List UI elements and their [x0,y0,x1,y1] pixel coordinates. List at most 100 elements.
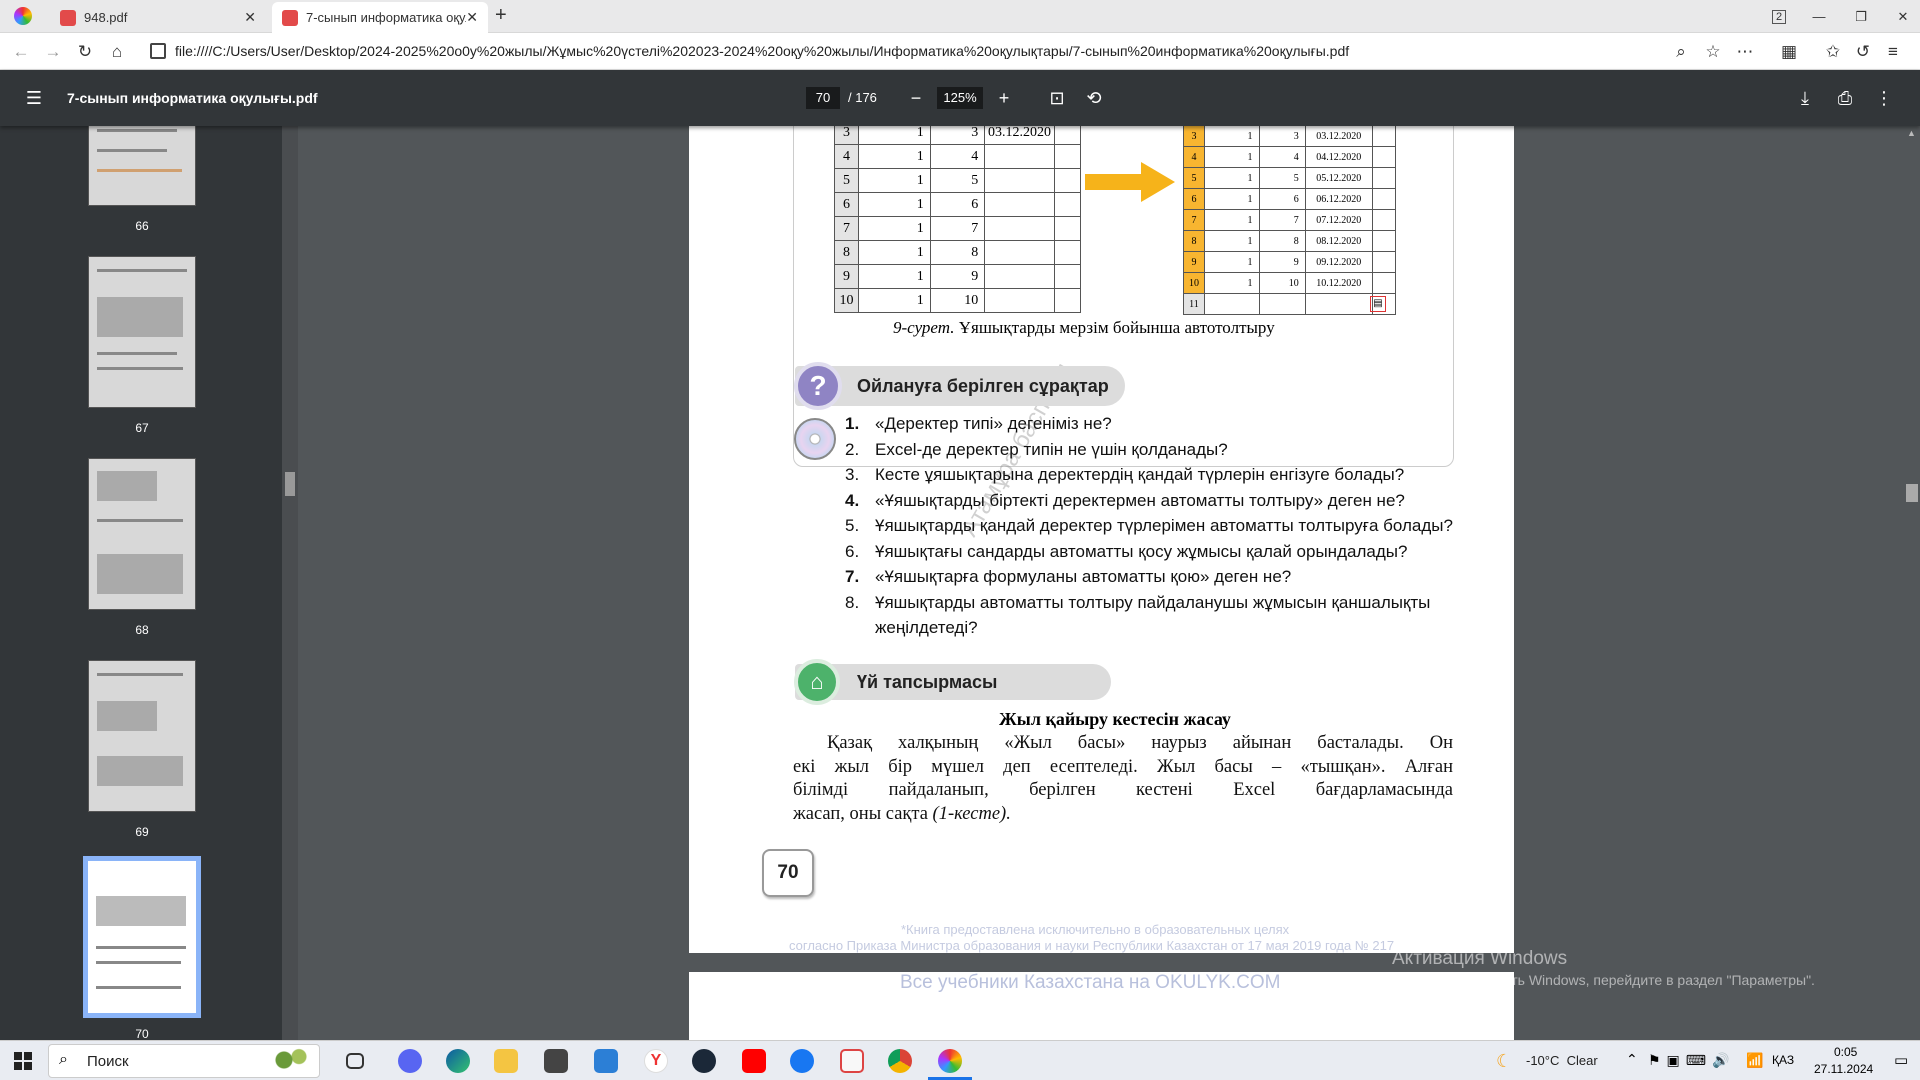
spreadsheet-row: 4 1 4 04.12.2020 [1183,146,1397,168]
favorites-icon[interactable]: ✩ [1820,39,1846,65]
clock-time[interactable]: 0:05 [1834,1045,1857,1059]
tab-948-pdf[interactable]: 948.pdf ✕ [50,2,266,33]
question-item: 1. «Деректер типі» дегеніміз не? [845,414,1112,434]
question-text: Ұяшықтағы сандарды автоматты қосу жұмысы… [875,541,1408,561]
main-scrollbar[interactable]: ▲ [1904,126,1920,1040]
history-icon[interactable]: ↺ [1850,39,1876,65]
windows-start-icon[interactable] [14,1052,32,1070]
extensions-icon[interactable]: ▦ [1776,39,1802,65]
spreadsheet-cell: 1 [857,288,931,313]
language-indicator[interactable]: ҚАЗ [1772,1053,1794,1067]
spreadsheet-row: 5 1 5 05.12.2020 [1183,167,1397,189]
discord-icon[interactable] [398,1049,422,1073]
thumbnail-label: 69 [135,825,149,839]
spreadsheet-cell: 7 [929,216,986,241]
bookmark-star-icon[interactable]: ☆ [1700,39,1726,65]
menu-icon[interactable]: ≡ [1880,39,1906,65]
page-number-input[interactable]: 70 [806,87,840,109]
network-icon[interactable]: 📶 [1746,1052,1763,1069]
tab-informatika-pdf[interactable]: 7-сынып информатика оқул ✕ [272,2,488,33]
url-field[interactable]: file:////C:/Users/User/Desktop/2024-2025… [175,33,1655,70]
pdf-file-icon [282,9,298,26]
more-icon[interactable]: ⋯ [1732,39,1758,65]
download-icon[interactable]: ⤓ [1791,84,1819,112]
m-app-icon[interactable] [544,1049,568,1073]
spreadsheet-cell [1053,240,1082,265]
task-view-icon[interactable] [346,1053,364,1069]
minimize-icon[interactable]: — [1796,0,1842,33]
print-icon[interactable]: ⎙ [1831,84,1859,112]
footer-note-1: *Книга предоставлена исключительно в обр… [901,922,1290,937]
thumbnail-page-69[interactable] [88,660,196,812]
facebook-icon[interactable] [790,1049,814,1073]
restore-icon[interactable]: ❐ [1838,0,1884,33]
spreadsheet-row: 717 [834,216,1082,241]
autofill-options-icon[interactable]: ▤ [1370,296,1386,312]
zoom-level[interactable]: 125% [937,87,983,109]
spreadsheet-cell [1371,251,1397,273]
yandex-icon[interactable]: Y [644,1049,668,1073]
row-header-cell: 5 [834,168,859,193]
home-icon[interactable]: ⌂ [104,39,130,65]
sidebar-toggle-icon[interactable]: ☰ [20,84,48,112]
clock-date[interactable]: 27.11.2024 [1814,1062,1873,1076]
tree-decoration-icon [264,1043,314,1077]
more-actions-icon[interactable]: ⋮ [1870,84,1898,112]
taskbar-search[interactable]: ⌕ Поиск [48,1043,320,1078]
spreadsheet-cell [984,240,1055,265]
steam-icon[interactable] [692,1049,716,1073]
question-mark-icon: ? [794,362,842,410]
spreadsheet-cell: 08.12.2020 [1304,230,1373,252]
youtube-icon[interactable] [742,1049,766,1073]
rotate-icon[interactable]: ⟲ [1080,84,1108,112]
spreadsheet-cell: 1 [1203,272,1260,294]
question-text: «Ұяшықтарға формуланы автоматты қою» дег… [875,567,1292,586]
fit-page-icon[interactable]: ⊡ [1043,84,1071,112]
zoom-search-icon[interactable]: ⌕ [1668,39,1694,65]
thumbnail-page-67[interactable] [88,256,196,408]
spreadsheet-cell [984,144,1055,169]
zoom-in-icon[interactable]: + [990,84,1018,112]
browser-active-icon[interactable] [938,1049,962,1073]
close-tab-icon[interactable]: ✕ [244,9,256,26]
tray-icons[interactable]: ⚑▣⌨🔊 [1648,1052,1735,1069]
site-info-icon[interactable] [150,43,166,59]
close-tab-icon[interactable]: ✕ [466,9,478,26]
row-header-cell: 4 [834,144,859,169]
scroll-thumb[interactable] [1906,484,1918,502]
left-spreadsheet: 3 1 3 03.12.2020 4 1 4 5 1 5 6 1 6 7 1 7 8 1 8 9 1 9 10 1 10 [834,126,1082,313]
notifications-icon[interactable]: ▭ [1894,1051,1908,1069]
tray-chevron-icon[interactable]: ⌃ [1626,1051,1638,1068]
scroll-thumb[interactable] [285,472,295,496]
spreadsheet-cell: 3 [929,126,986,145]
spreadsheet-cell: 1 [1203,188,1260,210]
spreadsheet-cell [1053,192,1082,217]
close-window-icon[interactable]: ✕ [1880,0,1920,33]
pdf-page: 3 1 3 03.12.2020 4 1 4 5 1 5 6 1 6 7 1 7 8 1 8 9 1 9 10 1 10 313… [689,126,1514,953]
chrome-icon[interactable] [888,1049,912,1073]
reload-icon[interactable]: ↻ [72,39,98,65]
new-tab-icon[interactable]: + [495,4,507,27]
thumbnail-page-70-selected[interactable] [83,856,201,1018]
thumbnail-page-68[interactable] [88,458,196,610]
file-explorer-icon[interactable] [494,1049,518,1073]
sidebar-scrollbar[interactable] [282,126,298,1040]
weather-text[interactable]: -10°C Clear [1526,1053,1598,1068]
search-placeholder: Поиск [87,1053,129,1070]
spreadsheet-row: 6 1 6 06.12.2020 [1183,188,1397,210]
question-text: Кесте ұяшықтарына деректердің қандай түр… [875,465,1405,484]
weather-icon[interactable]: ☾ [1496,1051,1512,1072]
forward-icon[interactable]: → [40,39,66,65]
spreadsheet-row: 616 [834,192,1082,217]
edge-icon[interactable] [446,1049,470,1073]
spreadsheet-row: 8 1 8 08.12.2020 [1183,230,1397,252]
spreadsheet-row: 414 [834,144,1082,169]
scroll-up-icon[interactable]: ▲ [1907,128,1916,138]
pdf-app-icon[interactable] [840,1049,864,1073]
back-icon[interactable]: ← [8,39,34,65]
spreadsheet-cell [1371,272,1397,294]
zoom-out-icon[interactable]: − [902,84,930,112]
row-header-cell: 3 [1183,126,1205,147]
mail-icon[interactable] [594,1049,618,1073]
spreadsheet-cell [1371,146,1397,168]
